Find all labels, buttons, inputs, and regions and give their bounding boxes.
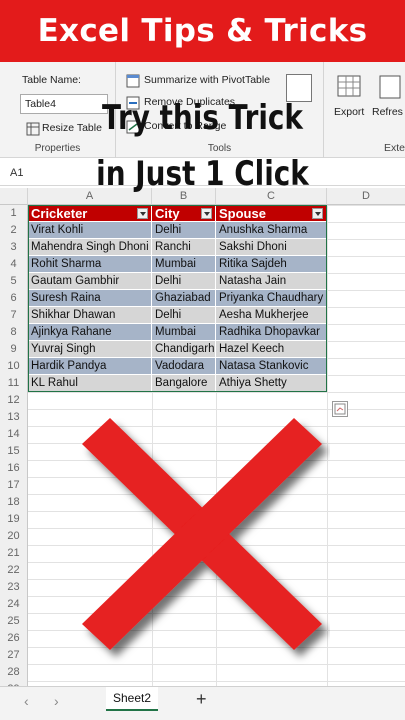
row-header[interactable]: 21 [0, 545, 28, 562]
table-cell[interactable]: Natasha Jain [216, 273, 327, 290]
row-header[interactable]: 6 [0, 290, 28, 307]
table-cell[interactable]: Mumbai [152, 256, 216, 273]
next-sheet-button[interactable]: › [54, 693, 59, 709]
table-header-cell[interactable]: City [152, 205, 216, 222]
row-header[interactable]: 15 [0, 443, 28, 460]
row-header[interactable]: 12 [0, 392, 28, 409]
red-cross-icon [82, 418, 322, 650]
row-header[interactable]: 3 [0, 239, 28, 256]
table-cell[interactable]: Suresh Raina [28, 290, 152, 307]
table-header-cell[interactable]: Cricketer [28, 205, 152, 222]
table-cell[interactable]: Hazel Keech [216, 341, 327, 358]
row-header[interactable]: 27 [0, 647, 28, 664]
row-header[interactable]: 11 [0, 375, 28, 392]
table-cell[interactable]: Priyanka Chaudhary [216, 290, 327, 307]
row-header[interactable]: 28 [0, 664, 28, 681]
filter-dropdown-icon[interactable] [312, 208, 323, 219]
pivot-table-icon [126, 74, 142, 88]
table-cell[interactable]: Shikhar Dhawan [28, 307, 152, 324]
table-cell[interactable]: Gautam Gambhir [28, 273, 152, 290]
row-header[interactable]: 8 [0, 324, 28, 341]
summarize-pivot-button[interactable]: Summarize with PivotTable [144, 74, 270, 86]
table-name-label: Table Name: [22, 74, 81, 86]
select-all-corner[interactable] [0, 188, 28, 205]
row-header[interactable]: 20 [0, 528, 28, 545]
table-header-label: Spouse [219, 206, 266, 221]
table-cell[interactable]: Athiya Shetty [216, 375, 327, 392]
tools-label: Tools [207, 143, 232, 154]
row-header[interactable]: 2 [0, 222, 28, 239]
table-cell[interactable]: Ritika Sajdeh [216, 256, 327, 273]
row-header[interactable]: 23 [0, 579, 28, 596]
add-sheet-button[interactable]: + [196, 689, 207, 710]
prev-sheet-button[interactable]: ‹ [24, 693, 29, 709]
table-cell[interactable]: Delhi [152, 307, 216, 324]
export-icon [336, 74, 364, 100]
filter-dropdown-icon[interactable] [201, 208, 212, 219]
table-cell[interactable]: Virat Kohli [28, 222, 152, 239]
table-cell[interactable]: Ranchi [152, 239, 216, 256]
table-cell[interactable]: Mumbai [152, 324, 216, 341]
sheet-tab-sheet2[interactable]: Sheet2 [106, 687, 158, 711]
refresh-button[interactable]: Refres [372, 106, 403, 118]
table-cell[interactable]: Yuvraj Singh [28, 341, 152, 358]
row-header[interactable]: 10 [0, 358, 28, 375]
row-header[interactable]: 25 [0, 613, 28, 630]
properties-label: Properties [34, 143, 81, 154]
table-cell[interactable]: Mahendra Singh Dhoni [28, 239, 152, 256]
row-header[interactable]: 26 [0, 630, 28, 647]
table-cell[interactable]: Ghaziabad [152, 290, 216, 307]
table-header-label: City [155, 206, 180, 221]
sheet-tab-bar: ‹ › Sheet2 + [0, 686, 405, 720]
overlay-line-2: in Just 1 Click [96, 154, 309, 194]
row-header[interactable]: 24 [0, 596, 28, 613]
row-header[interactable]: 14 [0, 426, 28, 443]
table-cell[interactable]: Vadodara [152, 358, 216, 375]
row-header[interactable]: 17 [0, 477, 28, 494]
row-header[interactable]: 22 [0, 562, 28, 579]
row-header[interactable]: 5 [0, 273, 28, 290]
refresh-icon [378, 74, 402, 100]
table-cell[interactable]: Hardik Pandya [28, 358, 152, 375]
table-header-label: Cricketer [31, 206, 88, 221]
row-header[interactable]: 18 [0, 494, 28, 511]
table-cell[interactable]: Delhi [152, 222, 216, 239]
overlay-line-1: Try this Trick [102, 98, 303, 138]
table-cell[interactable]: Aesha Mukherjee [216, 307, 327, 324]
table-cell[interactable]: Chandigarh [152, 341, 216, 358]
table-header-cell[interactable]: Spouse [216, 205, 327, 222]
row-header[interactable]: 7 [0, 307, 28, 324]
external-label: Exte [384, 142, 405, 154]
table-cell[interactable]: Anushka Sharma [216, 222, 327, 239]
banner-title: Excel Tips & Tricks [37, 13, 368, 49]
table-cell[interactable]: Rohit Sharma [28, 256, 152, 273]
table-cell[interactable]: KL Rahul [28, 375, 152, 392]
row-header[interactable]: 1 [0, 205, 28, 222]
quick-analysis-icon[interactable] [332, 401, 348, 417]
row-header[interactable]: 19 [0, 511, 28, 528]
table-cell[interactable]: Ajinkya Rahane [28, 324, 152, 341]
table-cell[interactable]: Natasa Stankovic [216, 358, 327, 375]
table-cell[interactable]: Bangalore [152, 375, 216, 392]
table-cell[interactable]: Sakshi Dhoni [216, 239, 327, 256]
row-header[interactable]: 13 [0, 409, 28, 426]
table-cell[interactable]: Delhi [152, 273, 216, 290]
table-cell[interactable]: Radhika Dhopavkar [216, 324, 327, 341]
row-header[interactable]: 4 [0, 256, 28, 273]
filter-dropdown-icon[interactable] [137, 208, 148, 219]
row-header[interactable]: 9 [0, 341, 28, 358]
title-banner: Excel Tips & Tricks [0, 0, 405, 62]
row-header[interactable]: 16 [0, 460, 28, 477]
